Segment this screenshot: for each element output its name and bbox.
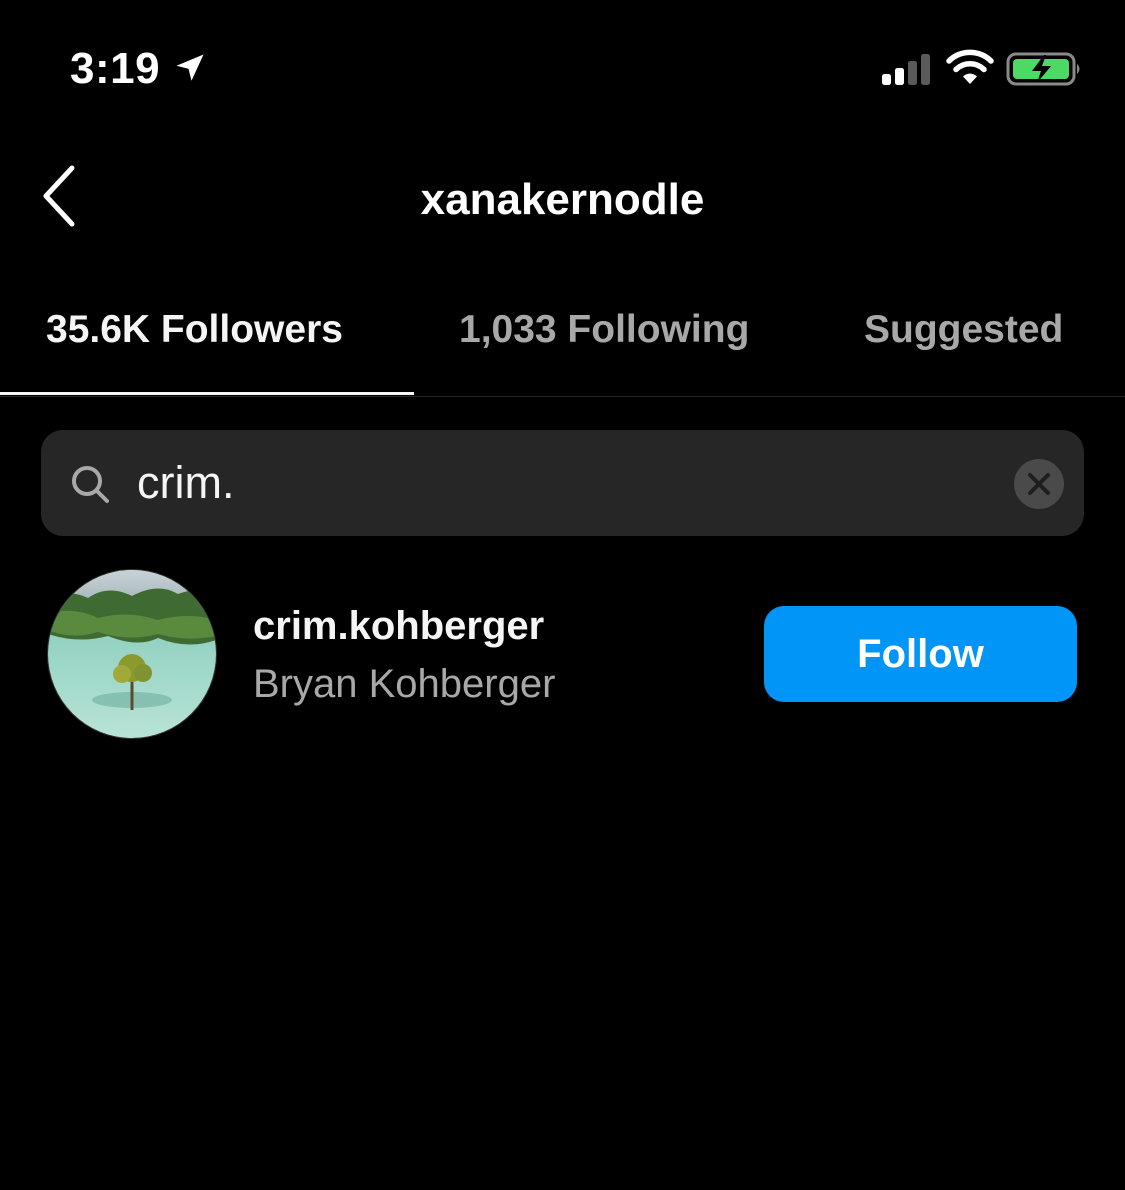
page-title: xanakernodle [420,175,705,224]
tab-bar: 35.6K Followers 1,033 Following Suggeste… [0,292,1125,397]
search-input[interactable] [137,448,997,518]
status-bar: 3:19 [0,0,1125,140]
follow-button[interactable]: Follow [764,606,1077,702]
search-icon [72,466,109,503]
search-bar [41,430,1084,536]
tab-following[interactable]: 1,033 Following [459,302,749,358]
location-arrow-icon [176,54,204,81]
clear-x-icon [1028,473,1050,495]
result-username[interactable]: crim.kohberger [253,600,544,652]
clear-search-button[interactable] [1014,459,1064,509]
battery-charging-icon [1006,52,1080,86]
avatar[interactable] [48,570,216,738]
tab-followers[interactable]: 35.6K Followers [46,302,343,358]
status-time: 3:19 [70,44,161,93]
wifi-icon [946,49,994,84]
profile-photo [48,570,216,738]
active-tab-indicator [0,392,414,395]
cellular-signal-icon [882,54,930,85]
tab-suggested[interactable]: Suggested [864,302,1063,358]
result-full-name: Bryan Kohberger [253,662,556,706]
list-item[interactable]: crim.kohberger Bryan Kohberger Follow [0,566,1125,746]
